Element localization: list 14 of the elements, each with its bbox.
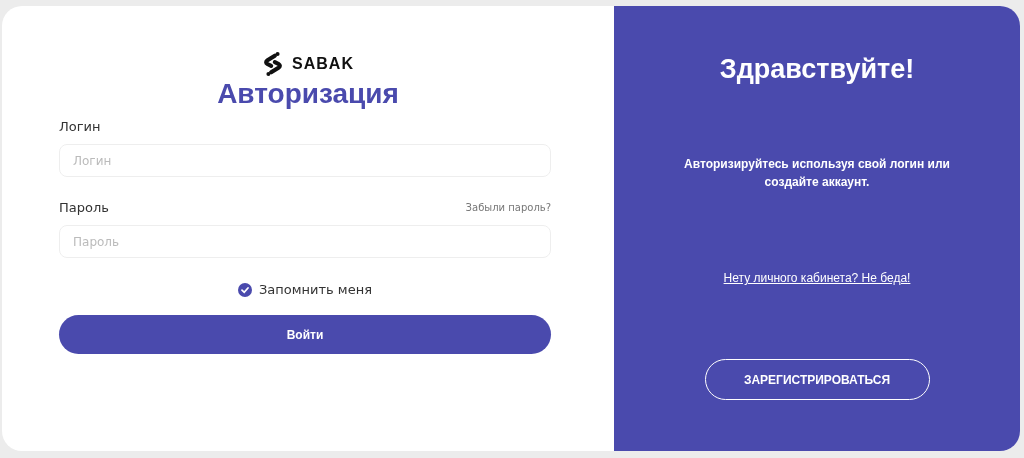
form-title: Авторизация	[217, 78, 399, 110]
welcome-text: Авторизируйтесь используя свой логин или создайте аккаунт.	[683, 156, 951, 191]
logo-text: SABAK	[292, 55, 354, 73]
remember-checkbox[interactable]	[238, 282, 252, 297]
input-field[interactable]: Пароль	[59, 225, 551, 258]
field-label: Пароль	[59, 199, 109, 215]
input-field[interactable]: Логин	[59, 144, 551, 177]
no-account-link[interactable]: Нету личного кабинета? Не беда!	[723, 271, 911, 285]
remember-label: Запомнить меня	[259, 282, 372, 297]
field-label: Логин	[59, 118, 101, 134]
logo-icon	[262, 51, 285, 77]
login-button[interactable]: Войти	[59, 315, 551, 354]
welcome-title: Здравствуйте!	[719, 54, 915, 85]
forgot-password-link[interactable]: Забыли пароль?	[465, 201, 551, 213]
